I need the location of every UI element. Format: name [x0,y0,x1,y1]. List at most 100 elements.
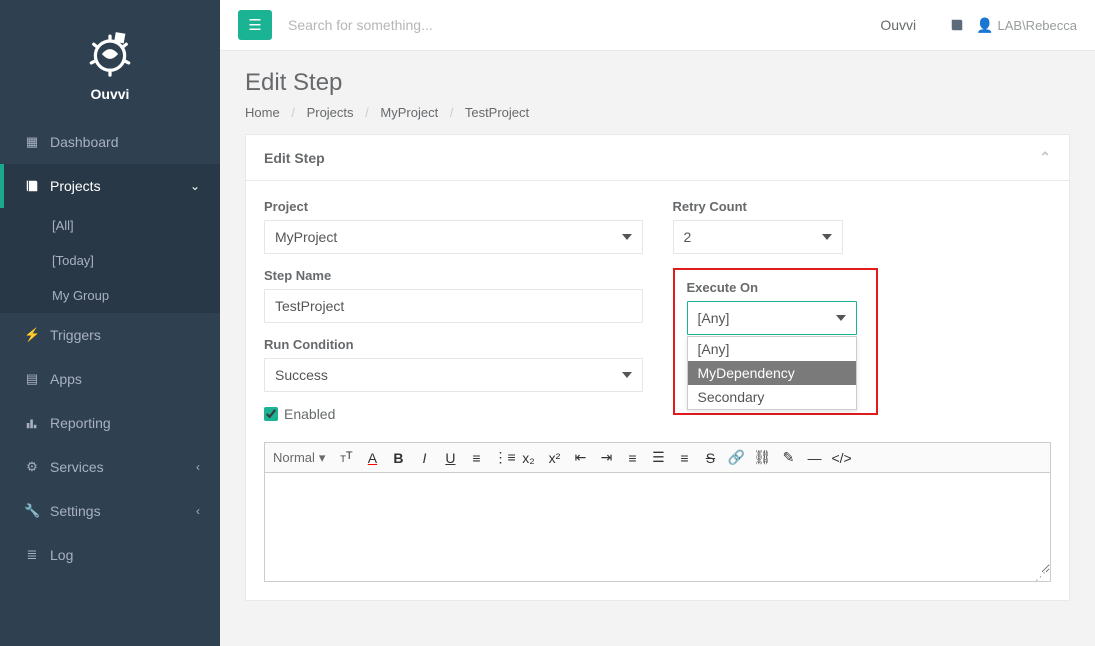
align-right-icon[interactable]: ≡ [675,450,693,466]
chevron-left-icon: ‹ [196,504,200,518]
executeon-label: Execute On [687,280,864,295]
sidebar-item-label: Log [50,547,73,563]
sidebar-item-label: Dashboard [50,134,119,150]
sidebar-item-settings[interactable]: 🔧 Settings ‹ [0,489,220,533]
project-select[interactable]: MyProject [264,220,643,254]
apps-icon: ▤ [24,371,40,387]
content: Edit Step ⌃ Project MyProject [220,134,1095,646]
sidebar-item-log[interactable]: ≣ Log [0,533,220,577]
breadcrumb-item[interactable]: MyProject [380,105,438,120]
highlight-icon[interactable]: ✎ [779,449,797,466]
nav-list: ▦ Dashboard Projects ⌄ [All] [Today] My … [0,120,220,577]
menu-toggle-button[interactable]: ☰ [238,10,272,40]
fontsize-icon[interactable]: TT [337,450,355,464]
indent-icon[interactable]: ⇥ [597,449,615,466]
brand-name: Ouvvi [0,86,220,102]
sidebar-item-label: Services [50,459,104,475]
bold-icon[interactable]: B [389,450,407,466]
superscript-icon[interactable]: x² [545,450,563,466]
dashboard-icon: ▦ [24,134,40,150]
strikethrough-icon[interactable]: S [701,450,719,466]
sidebar-item-label: Settings [50,503,101,519]
projects-submenu: [All] [Today] My Group [0,208,220,313]
user-menu[interactable]: 👤 LAB\Rebecca [976,17,1077,34]
search-input[interactable] [288,17,864,33]
unlink-icon[interactable]: ⛓ [753,449,771,466]
chevron-up-icon[interactable]: ⌃ [1039,149,1051,166]
project-label: Project [264,199,643,214]
breadcrumb-item[interactable]: TestProject [465,105,529,120]
chart-icon [24,416,40,431]
edit-step-panel: Edit Step ⌃ Project MyProject [245,134,1070,601]
link-icon[interactable]: 🔗 [727,449,745,466]
executeon-option-secondary[interactable]: Secondary [688,385,856,409]
resize-handle-icon[interactable]: ⋰ [265,573,1050,581]
bolt-icon: ⚡ [24,327,40,343]
page-heading: Edit Step Home / Projects / MyProject / … [220,51,1095,134]
sidebar-subitem-mygroup[interactable]: My Group [0,278,220,313]
page-title: Edit Step [245,69,1070,97]
rich-text-editor: Normal▾ TT A B I U ≡ ⋮≡ x₂ x² ⇤ [264,442,1051,582]
caret-down-icon: ▾ [319,450,326,466]
retrycount-label: Retry Count [673,199,1052,214]
brand: Ouvvi [0,0,220,120]
hr-icon[interactable]: — [805,450,823,466]
ordered-list-icon[interactable]: ≡ [467,450,485,466]
book-icon [24,179,40,194]
underline-icon[interactable]: U [441,450,459,466]
fontcolor-icon[interactable]: A [363,450,381,466]
breadcrumb-item[interactable]: Projects [307,105,354,120]
code-icon[interactable]: </> [831,450,849,466]
runcondition-select[interactable]: Success [264,358,643,392]
sidebar-item-label: Apps [50,371,82,387]
align-left-icon[interactable]: ≡ [623,450,641,466]
retrycount-select[interactable]: 2 [673,220,843,254]
chevron-down-icon: ⌄ [190,179,200,193]
format-dropdown[interactable]: Normal▾ [273,450,329,466]
brand-logo-icon [84,28,136,80]
sidebar-item-apps[interactable]: ▤ Apps [0,357,220,401]
breadcrumb-item[interactable]: Home [245,105,280,120]
topbar: ☰ Ouvvi 👤 LAB\Rebecca [220,0,1095,51]
topbar-right: 👤 LAB\Rebecca [950,17,1077,34]
chevron-left-icon: ‹ [196,460,200,474]
executeon-dropdown-listbox: [Any] MyDependency Secondary [687,336,857,410]
execute-on-highlight: Execute On [Any] [Any] MyDependency Seco… [673,268,878,415]
sidebar-subitem-all[interactable]: [All] [0,208,220,243]
stepname-label: Step Name [264,268,643,283]
sidebar-subitem-today[interactable]: [Today] [0,243,220,278]
subscript-icon[interactable]: x₂ [519,450,537,466]
sidebar-item-services[interactable]: ⚙ Services ‹ [0,445,220,489]
sidebar-item-projects[interactable]: Projects ⌄ [0,164,220,208]
sidebar-item-dashboard[interactable]: ▦ Dashboard [0,120,220,164]
sidebar-item-reporting[interactable]: Reporting [0,401,220,445]
user-icon: 👤 [976,17,993,33]
breadcrumb-sep: / [291,105,295,120]
runcondition-label: Run Condition [264,337,643,352]
stepname-input[interactable] [264,289,643,323]
panel-body: Project MyProject Step Name Run Conditi [246,181,1069,600]
editor-toolbar: Normal▾ TT A B I U ≡ ⋮≡ x₂ x² ⇤ [265,443,1050,473]
executeon-option-mydependency[interactable]: MyDependency [688,361,856,385]
wrench-icon: 🔧 [24,503,40,519]
panel-title: Edit Step [264,150,325,166]
executeon-select[interactable]: [Any] [687,301,857,335]
app-title: Ouvvi [880,17,916,33]
enabled-label: Enabled [284,406,335,422]
italic-icon[interactable]: I [415,450,433,466]
sidebar: Ouvvi ▦ Dashboard Projects ⌄ [All] [Toda… [0,0,220,646]
enabled-checkbox[interactable] [264,407,278,421]
main: ☰ Ouvvi 👤 LAB\Rebecca Edit Step Home / P… [220,0,1095,646]
executeon-option-any[interactable]: [Any] [688,337,856,361]
align-center-icon[interactable]: ☰ [649,449,667,466]
sidebar-item-label: Reporting [50,415,111,431]
sidebar-item-label: Projects [50,178,101,194]
editor-textarea[interactable] [265,473,1050,573]
sidebar-item-label: Triggers [50,327,101,343]
unordered-list-icon[interactable]: ⋮≡ [493,449,511,466]
sidebar-item-triggers[interactable]: ⚡ Triggers [0,313,220,357]
outdent-icon[interactable]: ⇤ [571,449,589,466]
book-icon[interactable] [950,17,964,33]
cogs-icon: ⚙ [24,459,40,475]
breadcrumb-sep: / [450,105,454,120]
